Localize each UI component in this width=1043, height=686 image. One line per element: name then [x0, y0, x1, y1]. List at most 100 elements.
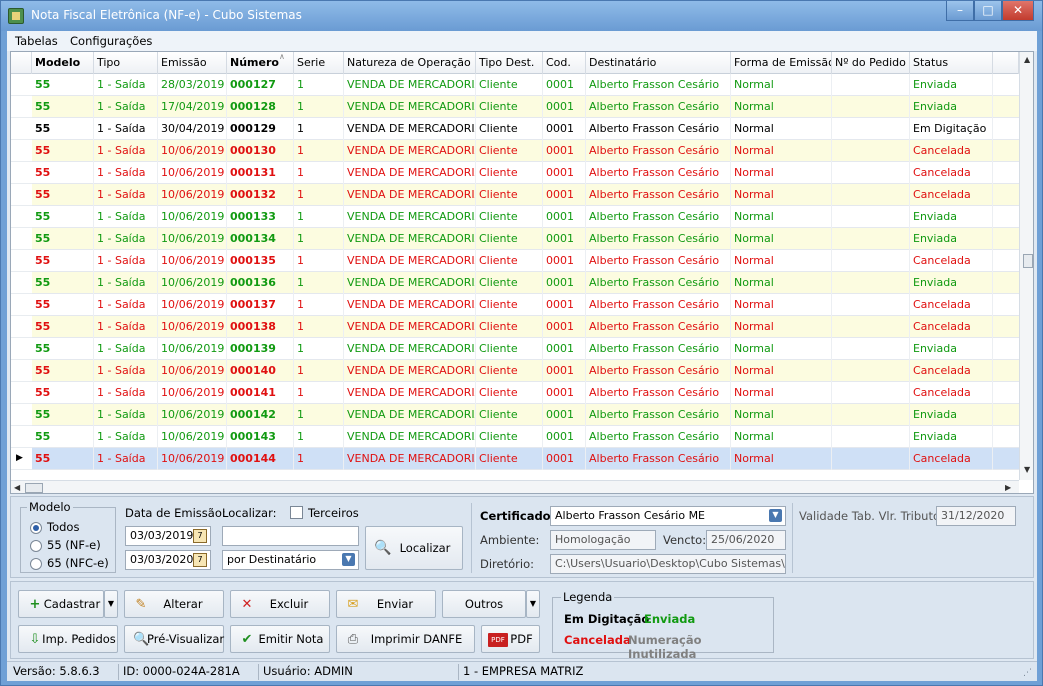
minimize-button[interactable]: –: [946, 1, 974, 21]
column-header-natureza[interactable]: Natureza de Operação: [344, 52, 476, 74]
column-header-destinatario[interactable]: Destinatário: [586, 52, 731, 74]
table-row[interactable]: 55 1 - Saída 10/06/2019 000142 1 VENDA DE MER…: [32, 404, 1019, 426]
row-selector[interactable]: [11, 426, 32, 448]
scroll-up-icon[interactable]: ▲: [1024, 55, 1030, 64]
row-selector[interactable]: [11, 382, 32, 404]
enviar-button[interactable]: ✉ Enviar: [336, 590, 436, 618]
column-header-tipo-dest[interactable]: Tipo Dest.: [476, 52, 543, 74]
imp-pedidos-button[interactable]: ⇩ Imp. Pedidos: [18, 625, 118, 653]
column-header-status[interactable]: Status: [910, 52, 993, 74]
certificado-select[interactable]: Alberto Frasson Cesário ME: [550, 506, 786, 526]
radio-nfe[interactable]: [30, 540, 42, 552]
table-row[interactable]: 55 1 - Saída 10/06/2019 000130 1 VENDA DE MER…: [32, 140, 1019, 162]
radio-todos[interactable]: [30, 522, 42, 534]
horizontal-scrollbar[interactable]: ◀ ▶: [11, 480, 1019, 493]
nfe-grid[interactable]: Modelo Tipo Emissão Número ∧ Serie Natureza de…: [10, 51, 1034, 494]
emitir-nota-label: Emitir Nota: [258, 632, 324, 646]
table-row[interactable]: 55 1 - Saída 10/06/2019 000143 1 VENDA DE MER…: [32, 426, 1019, 448]
table-row[interactable]: 55 1 - Saída 17/04/2019 000128 1 VENDA DE MER…: [32, 96, 1019, 118]
menu-tabelas[interactable]: Tabelas: [15, 34, 58, 48]
table-row[interactable]: 55 1 - Saída 10/06/2019 000138 1 VENDA DE MER…: [32, 316, 1019, 338]
scroll-down-icon[interactable]: ▼: [1024, 465, 1030, 474]
scroll-right-icon[interactable]: ▶: [1005, 483, 1011, 492]
row-selector[interactable]: [11, 96, 32, 118]
table-row[interactable]: 55 1 - Saída 10/06/2019 000137 1 VENDA DE MER…: [32, 294, 1019, 316]
terceiros-checkbox[interactable]: [290, 506, 303, 519]
table-row[interactable]: 55 1 - Saída 10/06/2019 000131 1 VENDA DE MER…: [32, 162, 1019, 184]
row-selector[interactable]: [11, 360, 32, 382]
resize-grip-icon[interactable]: ⋰: [1023, 668, 1032, 678]
cell-pedido: [832, 96, 910, 118]
menu-configuracoes[interactable]: Configurações: [70, 34, 152, 48]
row-selector[interactable]: [11, 162, 32, 184]
cell-destinatario: Alberto Frasson Cesário: [586, 272, 731, 294]
row-selector[interactable]: [11, 228, 32, 250]
outros-dropdown[interactable]: ▼: [526, 590, 540, 618]
row-selector[interactable]: [11, 140, 32, 162]
localizar-por-select[interactable]: por Destinatário: [222, 550, 359, 570]
column-header-cod[interactable]: Cod.: [543, 52, 586, 74]
column-header-modelo[interactable]: Modelo: [32, 52, 94, 74]
row-selector[interactable]: [11, 404, 32, 426]
chevron-down-icon[interactable]: ▼: [769, 509, 782, 522]
maximize-button[interactable]: □: [974, 1, 1002, 21]
radio-nfce[interactable]: [30, 558, 42, 570]
cell-emissao: 10/06/2019: [158, 294, 227, 316]
row-selector[interactable]: [11, 250, 32, 272]
row-selector[interactable]: [11, 294, 32, 316]
table-row[interactable]: 55 1 - Saída 10/06/2019 000133 1 VENDA DE MER…: [32, 206, 1019, 228]
cell-natureza: VENDA DE MERCADORIA: [344, 184, 476, 206]
close-button[interactable]: ✕: [1002, 1, 1034, 21]
calendar-icon[interactable]: 7: [193, 553, 207, 567]
cadastrar-button[interactable]: + Cadastrar: [18, 590, 104, 618]
cell-tipo-dest: Cliente: [476, 404, 543, 426]
outros-button[interactable]: Outros: [442, 590, 526, 618]
calendar-icon[interactable]: 7: [193, 529, 207, 543]
table-row[interactable]: 55 1 - Saída 10/06/2019 000135 1 VENDA DE MER…: [32, 250, 1019, 272]
table-row[interactable]: 55 1 - Saída 10/06/2019 000132 1 VENDA DE MER…: [32, 184, 1019, 206]
cadastrar-dropdown[interactable]: ▼: [104, 590, 118, 618]
excluir-button[interactable]: ✕ Excluir: [230, 590, 330, 618]
scroll-left-icon[interactable]: ◀: [14, 483, 20, 492]
cell-cod: 0001: [543, 206, 586, 228]
emitir-nota-button[interactable]: ✔ Emitir Nota: [230, 625, 330, 653]
table-row[interactable]: 55 1 - Saída 10/06/2019 000134 1 VENDA DE MER…: [32, 228, 1019, 250]
table-row[interactable]: 55 1 - Saída 10/06/2019 000141 1 VENDA DE MER…: [32, 382, 1019, 404]
pre-visualizar-button[interactable]: 🔍 Pré-Visualizar: [124, 625, 224, 653]
cell-status: Enviada: [910, 96, 993, 118]
cell-forma: Normal: [731, 184, 832, 206]
pdf-button[interactable]: PDF PDF: [481, 625, 540, 653]
table-row[interactable]: 55 1 - Saída 10/06/2019 000139 1 VENDA DE MER…: [32, 338, 1019, 360]
row-selector[interactable]: [11, 118, 32, 140]
table-row[interactable]: 55 1 - Saída 10/06/2019 000144 1 VENDA DE MER…: [32, 448, 1019, 470]
vertical-scroll-thumb[interactable]: [1023, 254, 1033, 268]
localizar-button[interactable]: 🔍 Localizar: [365, 526, 463, 570]
row-selector[interactable]: [11, 74, 32, 96]
table-row[interactable]: 55 1 - Saída 10/06/2019 000136 1 VENDA DE MER…: [32, 272, 1019, 294]
cell-destinatario: Alberto Frasson Cesário: [586, 162, 731, 184]
cell-cod: 0001: [543, 74, 586, 96]
row-selector[interactable]: [11, 206, 32, 228]
column-header-emissao[interactable]: Emissão: [158, 52, 227, 74]
horizontal-scroll-thumb[interactable]: [25, 483, 43, 493]
column-header-pedido[interactable]: Nº do Pedido: [832, 52, 910, 74]
column-header-tipo[interactable]: Tipo: [94, 52, 158, 74]
imprimir-danfe-button[interactable]: ⎙ Imprimir DANFE: [336, 625, 475, 653]
alterar-button[interactable]: ✎ Alterar: [124, 590, 224, 618]
column-header-serie[interactable]: Serie: [294, 52, 344, 74]
table-row[interactable]: 55 1 - Saída 28/03/2019 000127 1 VENDA DE MER…: [32, 74, 1019, 96]
table-row[interactable]: 55 1 - Saída 10/06/2019 000140 1 VENDA DE MER…: [32, 360, 1019, 382]
localizar-input[interactable]: [222, 526, 359, 546]
pdf-icon: PDF: [488, 633, 508, 647]
row-selector[interactable]: [11, 184, 32, 206]
vertical-scrollbar[interactable]: ▲ ▼: [1019, 52, 1033, 480]
row-selector[interactable]: [11, 338, 32, 360]
column-header-forma[interactable]: Forma de Emissão: [731, 52, 832, 74]
row-selector[interactable]: [11, 316, 32, 338]
row-selector[interactable]: ▶: [11, 448, 32, 470]
row-selector[interactable]: [11, 272, 32, 294]
cell-modelo: 55: [32, 118, 94, 140]
chevron-down-icon[interactable]: ▼: [342, 553, 355, 566]
table-row[interactable]: 55 1 - Saída 30/04/2019 000129 1 VENDA DE MER…: [32, 118, 1019, 140]
row-pointer-icon: ▶: [16, 453, 23, 463]
